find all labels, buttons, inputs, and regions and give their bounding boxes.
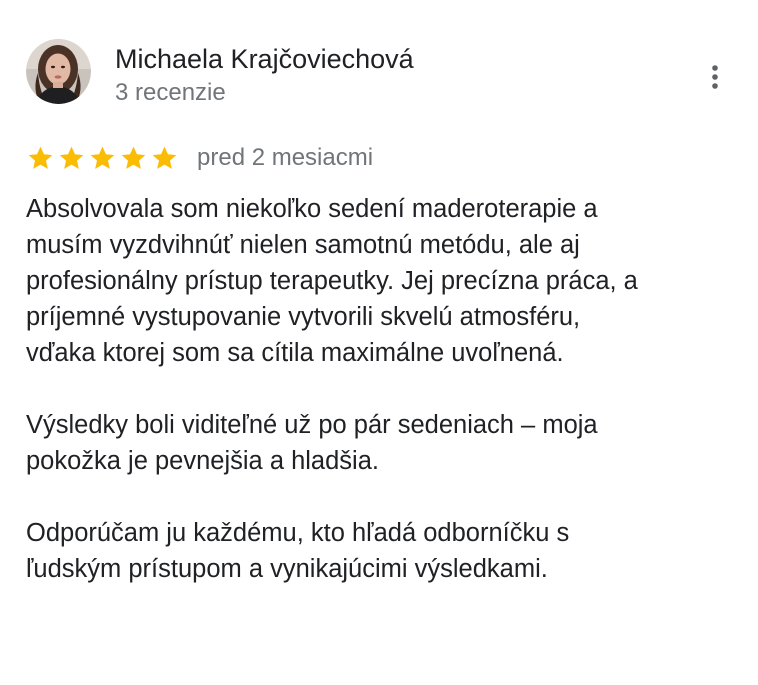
star-icon [152, 146, 177, 169]
review-text-line: profesionálny prístup terapeutky. Jej pr… [26, 267, 638, 295]
more-vert-icon [712, 65, 718, 89]
review-text-line: príjemné vystupovanie vytvorili skvelú a… [26, 303, 581, 331]
review-date: pred 2 mesiacmi [197, 144, 374, 171]
author-name[interactable]: Michaela Krajčoviechová [115, 42, 414, 76]
review-count[interactable]: 3 recenzie [115, 78, 226, 108]
star-icon [28, 146, 53, 169]
star-icon [59, 146, 84, 169]
rating-row: pred 2 mesiacmi [26, 140, 373, 176]
review-text: Absolvovala som niekoľko sedení maderote… [26, 191, 746, 587]
review-text-line: ľudským prístupom a vynikajúcimi výsledk… [26, 555, 548, 583]
review-card: Michaela Krajčoviechová 3 recenzie pred … [0, 0, 758, 685]
review-text-line: musím vyzdvihnúť nielen samotnú metódu, … [26, 231, 580, 259]
avatar[interactable] [26, 39, 91, 104]
review-text-line: Výsledky boli viditeľné už po pár sedeni… [26, 411, 598, 439]
review-text-line: pokožka je pevnejšia a hladšia. [26, 447, 379, 475]
star-icon [121, 146, 146, 169]
review-text-line: Absolvovala som niekoľko sedení maderote… [26, 195, 598, 223]
star-icon [90, 146, 115, 169]
star-rating [26, 144, 179, 172]
review-text-line: Odporúčam ju každému, kto hľadá odborníč… [26, 519, 570, 547]
review-text-line: vďaka ktorej som sa cítila maximálne uvo… [26, 339, 564, 367]
more-options-button[interactable] [694, 56, 736, 98]
